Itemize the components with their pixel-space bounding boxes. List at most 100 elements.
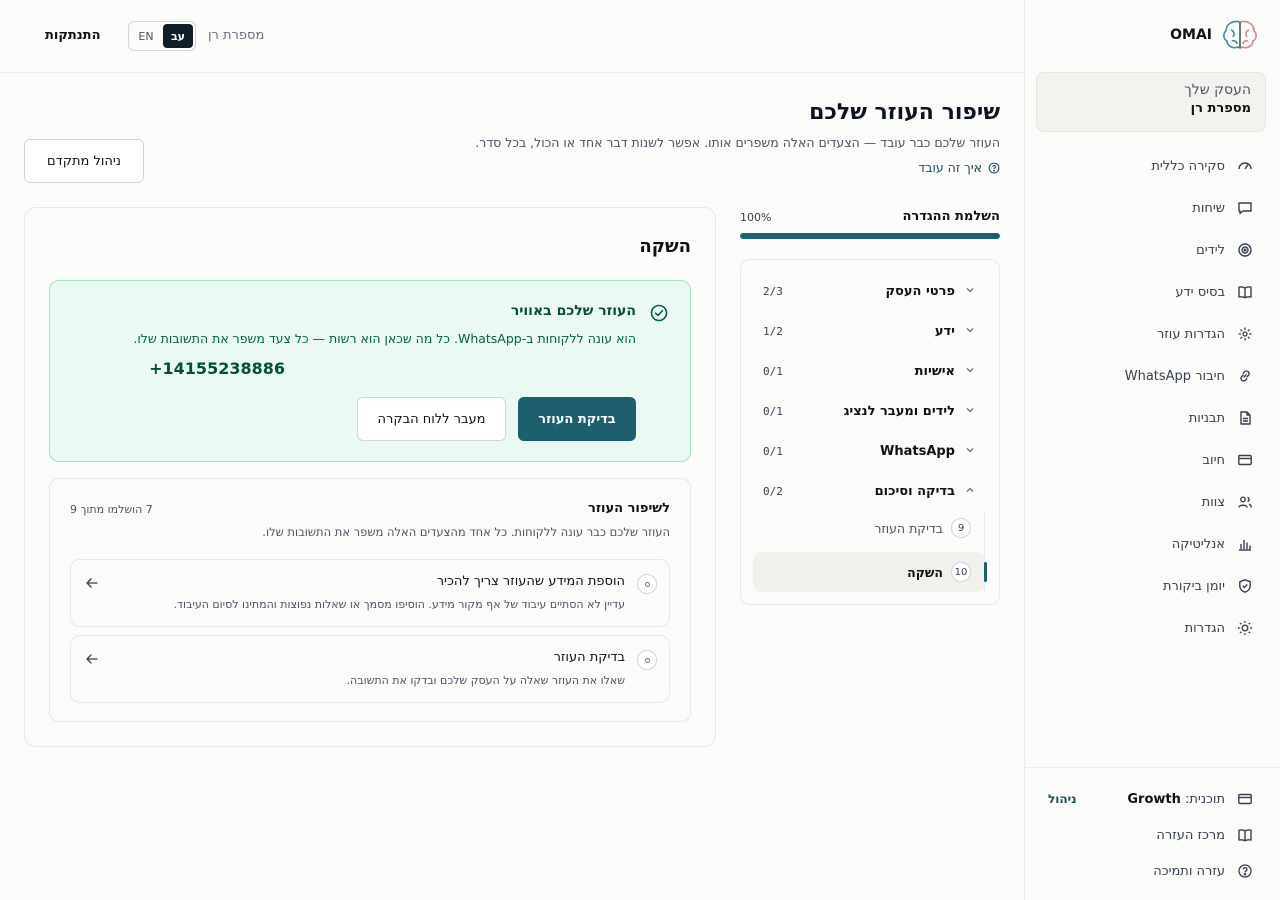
advanced-management-button[interactable]: ניהול מתקדם xyxy=(24,139,144,183)
help-support-label: עזרה ותמיכה xyxy=(1153,863,1225,879)
plan-label-group: תוכנית: Growth xyxy=(1127,792,1225,807)
sidebar-item-overview[interactable]: סקירה כללית xyxy=(1024,145,1280,187)
brand-name: OMAI xyxy=(1170,27,1212,43)
sidebar-item-settings[interactable]: הגדרות xyxy=(1024,607,1280,649)
substep-number: 10 xyxy=(951,562,971,582)
step-whatsapp[interactable]: WhatsApp 0/1 xyxy=(739,431,999,471)
step-count: 0/1 xyxy=(763,444,783,458)
lang-he-button[interactable]: עב xyxy=(163,24,193,48)
setup-progress-fill xyxy=(740,233,1000,239)
step-count: 2/3 xyxy=(763,284,783,298)
sidebar-item-label: חיבור WhatsApp xyxy=(1124,368,1225,384)
live-title: העוזר שלכם באוויר xyxy=(510,303,636,319)
plan-row: תוכנית: Growth ניהול xyxy=(1024,781,1280,817)
sidebar-item-knowledge-base[interactable]: בסיס ידע xyxy=(1024,271,1280,313)
step-name: פרטי העסק xyxy=(885,283,955,299)
sidebar-item-billing[interactable]: חיוב xyxy=(1024,439,1280,481)
chevron-down-icon xyxy=(965,445,975,455)
help-center-link[interactable]: מרכז העזרה xyxy=(1024,817,1280,853)
task-status-dot xyxy=(644,581,650,587)
test-assistant-button[interactable]: בדיקת העוזר xyxy=(518,397,636,441)
step-name: בדיקה וסיכום xyxy=(874,483,955,499)
target-icon xyxy=(1237,242,1253,258)
help-support-link[interactable]: עזרה ותמיכה xyxy=(1024,853,1280,889)
step-business-details[interactable]: פרטי העסק 2/3 xyxy=(739,271,999,311)
substep-label: בדיקת העוזר xyxy=(874,520,943,536)
launch-card: השקה העוזר שלכם באוויר הוא עונה ללקוחות … xyxy=(24,207,716,747)
whatsapp-phone-number: +14155238886 xyxy=(149,359,285,378)
sidebar-item-leads[interactable]: לידים xyxy=(1024,229,1280,271)
page-title: שיפור העוזר שלכם xyxy=(809,100,1000,125)
brand[interactable]: OMAI xyxy=(1170,18,1260,52)
task-description: שאלו את העוזר שאלה על העסק שלכם ובדקו את… xyxy=(346,674,625,687)
chevron-down-icon xyxy=(965,325,975,335)
sidebar-item-analytics[interactable]: אנליטיקה xyxy=(1024,523,1280,565)
topbar: התנתקות EN עב מספרת רן xyxy=(0,0,1024,73)
sidebar-item-assistant-settings[interactable]: הגדרות עוזר xyxy=(1024,313,1280,355)
help-circle-icon xyxy=(988,162,1000,174)
improve-assistant-panel: לשיפור העוזר 7 הושלמו מתוך 9 העוזר שלכם … xyxy=(49,478,691,722)
step-knowledge[interactable]: ידע 1/2 xyxy=(739,311,999,351)
go-to-dashboard-button[interactable]: מעבר ללוח הבקרה xyxy=(357,397,506,441)
active-indicator xyxy=(984,562,987,582)
book-icon xyxy=(1237,827,1253,843)
sidebar-item-conversations[interactable]: שיחות xyxy=(1024,187,1280,229)
task-add-knowledge[interactable]: הוספת המידע שהעוזר צריך להכיר עדיין לא ה… xyxy=(70,559,670,627)
arrow-left-icon xyxy=(85,652,99,666)
users-icon xyxy=(1237,494,1253,510)
step-leads-handoff[interactable]: לידים ומעבר לנציג 0/1 xyxy=(739,391,999,431)
task-title: הוספת המידע שהעוזר צריך להכיר xyxy=(436,574,625,589)
sidebar-item-templates[interactable]: תבניות xyxy=(1024,397,1280,439)
setup-progress-percent: 100% xyxy=(740,211,772,224)
launch-title: השקה xyxy=(639,236,691,257)
step-name: לידים ומעבר לנציג xyxy=(843,403,955,419)
substep-launch[interactable]: 10 השקה xyxy=(753,552,987,592)
substep-test-assistant[interactable]: 9 בדיקת העוזר xyxy=(753,508,985,548)
arrow-left-icon xyxy=(85,576,99,590)
setup-progress-bar xyxy=(740,233,1000,239)
logout-button[interactable]: התנתקות xyxy=(45,28,101,43)
improve-title: לשיפור העוזר xyxy=(588,501,670,516)
substep-label: השקה xyxy=(907,564,943,580)
lang-en-button[interactable]: EN xyxy=(131,24,161,48)
sidebar-item-label: שיחות xyxy=(1192,200,1225,216)
step-name: ידע xyxy=(934,323,955,339)
plan-manage-link[interactable]: ניהול xyxy=(1048,792,1077,807)
improve-description: העוזר שלכם כבר עונה ללקוחות. כל אחד מהצע… xyxy=(262,525,670,539)
step-personality[interactable]: אישיות 0/1 xyxy=(739,351,999,391)
plan-info: תוכנית: Growth ניהול xyxy=(1024,792,1225,807)
credit-card-icon xyxy=(1237,791,1253,807)
sun-icon xyxy=(1237,620,1253,636)
task-status-dot xyxy=(644,657,650,663)
task-title: בדיקת העוזר xyxy=(553,650,625,665)
business-label: העסק שלך xyxy=(1184,82,1251,98)
sidebar-item-label: יומן ביקורת xyxy=(1162,578,1225,594)
business-switcher[interactable]: העסק שלך מספרת רן xyxy=(1036,72,1266,132)
business-name: מספרת רן xyxy=(1190,101,1251,116)
sidebar-nav: סקירה כללית שיחות לידים בסיס ידע הגדרות … xyxy=(1024,145,1280,649)
brain-logo-icon xyxy=(1220,18,1260,52)
step-count: 0/1 xyxy=(763,404,783,418)
chat-icon xyxy=(1237,200,1253,216)
language-toggle: EN עב xyxy=(128,21,196,51)
sidebar: OMAI העסק שלך מספרת רן סקירה כללית שיחות… xyxy=(1024,0,1280,900)
task-test-assistant[interactable]: בדיקת העוזר שאלו את העוזר שאלה על העסק ש… xyxy=(70,635,670,703)
sidebar-item-whatsapp-connection[interactable]: חיבור WhatsApp xyxy=(1024,355,1280,397)
how-it-works-link[interactable]: איך זה עובד xyxy=(918,160,1000,175)
step-review-summary[interactable]: בדיקה וסיכום 0/2 xyxy=(739,471,999,511)
chevron-down-icon xyxy=(965,285,975,295)
book-icon xyxy=(1237,284,1253,300)
sidebar-item-label: חיוב xyxy=(1202,452,1225,468)
check-circle-icon xyxy=(650,304,668,322)
shield-icon xyxy=(1237,578,1253,594)
sidebar-item-audit-log[interactable]: יומן ביקורת xyxy=(1024,565,1280,607)
chevron-down-icon xyxy=(965,405,975,415)
sidebar-item-label: תבניות xyxy=(1188,410,1225,426)
substep-number: 9 xyxy=(951,518,971,538)
plan-value: Growth xyxy=(1127,791,1181,807)
link-icon xyxy=(1237,368,1253,384)
chevron-up-icon xyxy=(965,485,975,495)
step-count: 0/2 xyxy=(763,484,783,498)
sidebar-item-team[interactable]: צוות xyxy=(1024,481,1280,523)
page-subtitle: העוזר שלכם כבר עובד — הצעדים האלה משפרים… xyxy=(475,135,1000,150)
